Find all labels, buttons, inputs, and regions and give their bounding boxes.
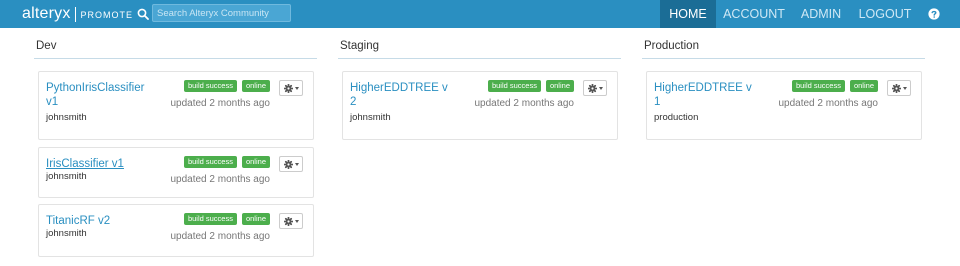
model-owner: johnsmith (46, 171, 87, 182)
column-divider (34, 58, 317, 59)
model-name-link[interactable]: TitanicRF v2 (46, 214, 150, 228)
brand-name: alteryx (22, 5, 71, 22)
column-title: Staging (340, 40, 380, 52)
gear-icon (587, 83, 597, 93)
search-icon (137, 8, 149, 20)
model-name-link[interactable]: IrisClassifier v1 (46, 157, 150, 171)
online-status-badge: online (241, 80, 270, 92)
updated-time: updated 2 months ago (170, 231, 270, 242)
column-production: Production HigherEDDTREE v1 production b… (642, 38, 925, 140)
gear-icon (891, 83, 901, 93)
model-owner: johnsmith (350, 112, 391, 123)
build-status-badge: build success (487, 80, 541, 92)
settings-dropdown-button[interactable] (279, 156, 303, 172)
model-card: PythonIrisClassifier v1 johnsmith build … (38, 71, 314, 140)
gear-icon (283, 159, 293, 169)
brand-product: PROMOTE (80, 9, 134, 20)
settings-dropdown-button[interactable] (887, 80, 911, 96)
column-divider (642, 58, 925, 59)
caret-down-icon (294, 219, 299, 223)
nav-logout[interactable]: LOGOUT (854, 0, 916, 28)
model-card: HigherEDDTREE v2 johnsmith build success… (342, 71, 618, 140)
model-card: HigherEDDTREE v1 production build succes… (646, 71, 922, 140)
online-status-badge: online (849, 80, 878, 92)
question-circle-icon[interactable] (928, 8, 940, 20)
build-status-badge: build success (183, 80, 237, 92)
model-owner: johnsmith (46, 112, 87, 123)
gear-icon (283, 83, 293, 93)
build-status-badge: build success (183, 213, 237, 225)
updated-time: updated 2 months ago (170, 98, 270, 109)
nav-home[interactable]: HOME (660, 0, 716, 28)
badge-group: build success online (183, 156, 270, 168)
brand-divider (74, 6, 76, 22)
model-name-link[interactable]: PythonIrisClassifier v1 (46, 81, 150, 109)
column-title: Production (644, 40, 699, 52)
model-owner: johnsmith (46, 228, 87, 239)
build-status-badge: build success (183, 156, 237, 168)
online-status-badge: online (241, 156, 270, 168)
badge-group: build success online (183, 213, 270, 225)
top-navbar: alteryx PROMOTE HOME ACCOUNT ADMIN LOGOU… (0, 0, 960, 28)
model-owner: production (654, 112, 699, 123)
settings-dropdown-button[interactable] (279, 213, 303, 229)
model-name-link[interactable]: HigherEDDTREE v2 (350, 81, 454, 109)
column-title: Dev (36, 40, 57, 52)
column-divider (338, 58, 621, 59)
nav-account[interactable]: ACCOUNT (718, 0, 790, 28)
badge-group: build success online (487, 80, 574, 92)
column-dev: Dev PythonIrisClassifier v1 johnsmith bu… (34, 38, 317, 257)
gear-icon (283, 216, 293, 226)
search-input[interactable] (152, 4, 291, 22)
nav-admin[interactable]: ADMIN (796, 0, 846, 28)
model-card: IrisClassifier v1 johnsmith build succes… (38, 147, 314, 198)
badge-group: build success online (791, 80, 878, 92)
caret-down-icon (902, 86, 907, 90)
settings-dropdown-button[interactable] (583, 80, 607, 96)
badge-group: build success online (183, 80, 270, 92)
model-card: TitanicRF v2 johnsmith build success onl… (38, 204, 314, 257)
model-name-link[interactable]: HigherEDDTREE v1 (654, 81, 758, 109)
build-status-badge: build success (791, 80, 845, 92)
column-staging: Staging HigherEDDTREE v2 johnsmith build… (338, 38, 621, 140)
caret-down-icon (294, 162, 299, 166)
updated-time: updated 2 months ago (778, 98, 878, 109)
updated-time: updated 2 months ago (474, 98, 574, 109)
online-status-badge: online (545, 80, 574, 92)
settings-dropdown-button[interactable] (279, 80, 303, 96)
online-status-badge: online (241, 213, 270, 225)
caret-down-icon (598, 86, 603, 90)
caret-down-icon (294, 86, 299, 90)
updated-time: updated 2 months ago (170, 174, 270, 185)
brand-logo[interactable]: alteryx PROMOTE (22, 5, 133, 23)
